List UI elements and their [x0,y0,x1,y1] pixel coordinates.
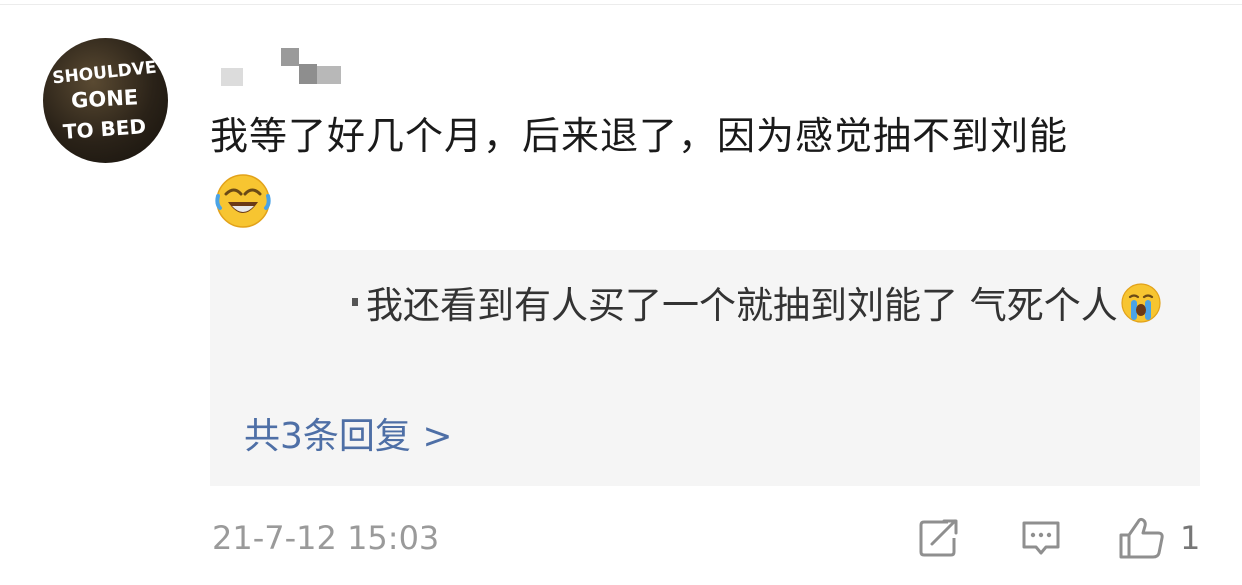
like-icon [1119,517,1164,559]
crying-emoji [1121,283,1161,323]
like-button[interactable]: 1 [1118,516,1200,560]
share-icon [919,519,958,557]
reply-preview[interactable]: 我还看到有人买了一个就抽到刘能了 气死个人 共3条回复 > [210,250,1200,486]
view-replies-link[interactable]: 共3条回复 > [244,412,453,462]
avatar[interactable]: SHOULDVE GONE TO BED [43,38,168,163]
comment-text: 我等了好几个月，后来退了，因为感觉抽不到刘能 [210,114,1069,158]
avatar-logo: SHOULDVE GONE TO BED [51,58,157,144]
comment-card: SHOULDVE GONE TO BED 我等了好几个月，后来退了，因为感觉抽不… [0,0,1242,585]
comment-icon [1022,521,1060,555]
share-button[interactable] [918,516,960,560]
avatar-line-2: GONE [71,85,139,112]
comment-button[interactable] [1020,516,1062,560]
divider [0,4,1242,5]
reply-text: 我还看到有人买了一个就抽到刘能了 气死个人 [244,274,1164,338]
comment-timestamp: 21-7-12 15:03 [212,519,440,557]
laugh-cry-emoji [215,174,271,228]
avatar-line-1: SHOULDVE [51,58,157,89]
username-blurred[interactable] [215,48,355,88]
avatar-line-3: TO BED [62,114,147,144]
reply-text-content: 我还看到有人买了一个就抽到刘能了 气死个人 [366,284,1118,327]
like-count: 1 [1180,519,1201,557]
